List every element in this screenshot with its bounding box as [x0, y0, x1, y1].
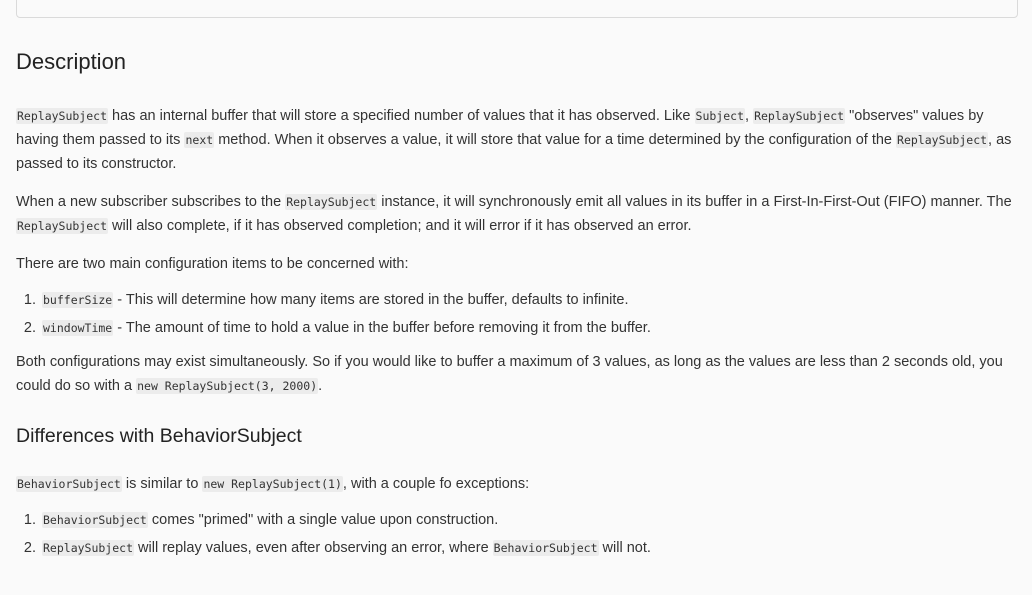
inline-code: ReplaySubject: [16, 218, 109, 234]
paragraph-text: instance, it will synchronously emit all…: [377, 194, 1012, 210]
paragraph-text: , with a couple fo exceptions:: [342, 476, 530, 492]
code-example-box: [16, 0, 1018, 18]
paragraph-text: has an internal buffer that will store a…: [108, 108, 695, 124]
list-item-text: will replay values, even after observing…: [134, 540, 493, 556]
list-item-text: will not.: [598, 540, 651, 556]
config-items-list: bufferSize - This will determine how man…: [16, 288, 1016, 340]
paragraph-text: will also complete, if it has observed c…: [108, 218, 692, 234]
inline-code: windowTime: [42, 320, 114, 336]
inline-code: ReplaySubject: [753, 108, 846, 124]
doc-content: Description ReplaySubject has an interna…: [16, 44, 1016, 564]
inline-code: next: [184, 132, 215, 148]
description-heading: Description: [16, 49, 127, 74]
inline-code: new ReplaySubject(3, 2000): [136, 378, 319, 394]
inline-code: ReplaySubject: [42, 540, 135, 556]
paragraph-text: is similar to: [121, 476, 203, 492]
list-item: bufferSize - This will determine how man…: [40, 288, 1016, 312]
list-item-text: - The amount of time to hold a value in …: [113, 320, 651, 336]
paragraph-text: method. When it observes a value, it wil…: [214, 132, 897, 148]
inline-code: BehaviorSubject: [42, 512, 148, 528]
paragraph-behavior-similar: BehaviorSubject is similar to new Replay…: [16, 472, 1016, 496]
list-item: windowTime - The amount of time to hold …: [40, 316, 1016, 340]
exceptions-list: BehaviorSubject comes "primed" with a si…: [16, 508, 1016, 560]
list-item-text: - This will determine how many items are…: [113, 292, 629, 308]
list-item: ReplaySubject will replay values, even a…: [40, 536, 1016, 560]
paragraph-subscriber: When a new subscriber subscribes to the …: [16, 190, 1016, 238]
paragraph-text: ,: [745, 108, 754, 124]
inline-code: ReplaySubject: [285, 194, 378, 210]
inline-code: BehaviorSubject: [16, 476, 122, 492]
inline-code: ReplaySubject: [16, 108, 109, 124]
paragraph-text: When a new subscriber subscribes to the: [16, 194, 286, 210]
inline-code: BehaviorSubject: [492, 540, 599, 556]
inline-code: Subject: [694, 108, 745, 124]
list-item: BehaviorSubject comes "primed" with a si…: [40, 508, 1016, 532]
list-item-text: comes "primed" with a single value upon …: [147, 512, 499, 528]
inline-code: new ReplaySubject(1): [202, 476, 343, 492]
paragraph-text: .: [318, 378, 323, 394]
differences-heading: Differences with BehaviorSubject: [16, 425, 302, 447]
paragraph-config-intro: There are two main configuration items t…: [16, 256, 409, 272]
inline-code: bufferSize: [42, 292, 114, 308]
inline-code: ReplaySubject: [896, 132, 989, 148]
paragraph-configurations: Both configurations may exist simultaneo…: [16, 350, 1016, 398]
paragraph-buffer-intro: ReplaySubject has an internal buffer tha…: [16, 104, 1016, 176]
